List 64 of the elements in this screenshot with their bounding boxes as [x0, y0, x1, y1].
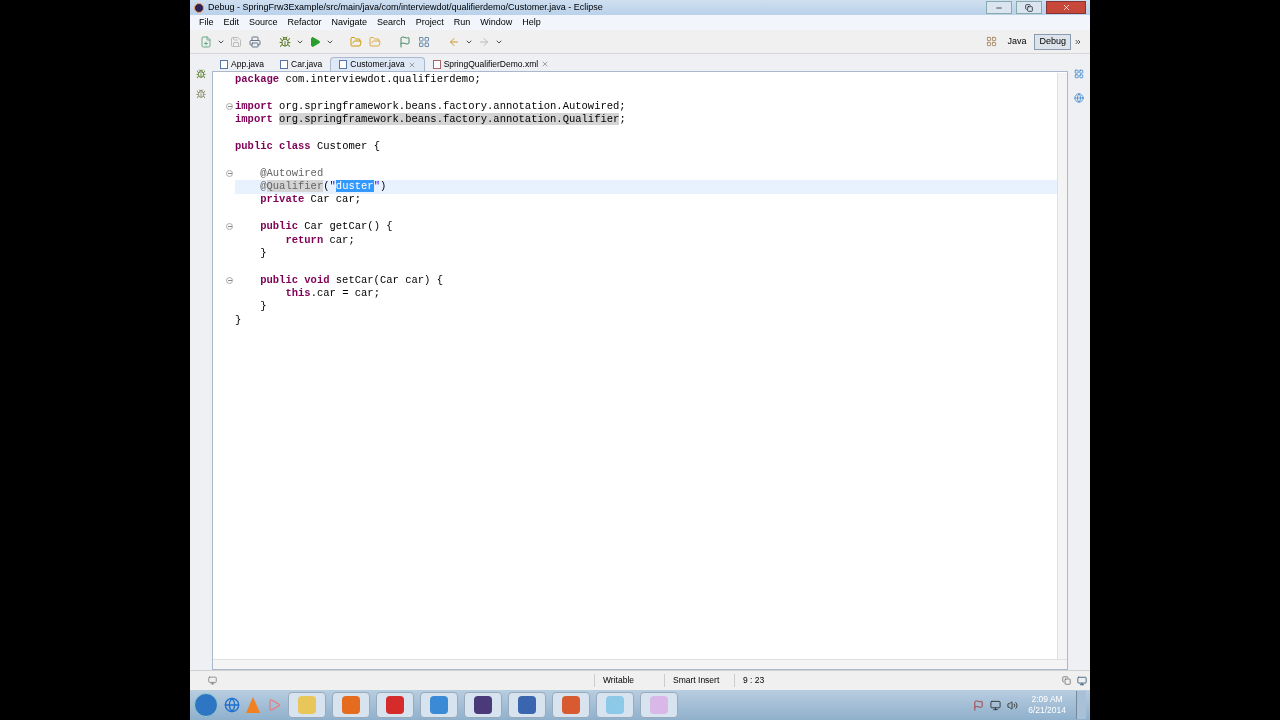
- cone-icon[interactable]: [246, 697, 260, 713]
- menu-item[interactable]: Project: [410, 15, 449, 30]
- close-tab-icon[interactable]: [407, 60, 416, 69]
- taskbar-app-icon[interactable]: [508, 692, 546, 718]
- flag-icon[interactable]: [397, 33, 413, 50]
- code-line: }: [259, 299, 267, 315]
- code-line: this.car = car;: [284, 286, 380, 302]
- code-line: private Car car;: [259, 192, 362, 208]
- file-icon: [339, 60, 348, 69]
- code-line: }: [235, 312, 242, 328]
- menu-item[interactable]: Source: [244, 15, 283, 30]
- code-line: @Qualifier("duster"): [259, 178, 387, 194]
- taskbar-app-icon[interactable]: [376, 692, 414, 718]
- status-text: Writable: [594, 674, 664, 687]
- menu-item[interactable]: File: [194, 15, 219, 30]
- menu-item[interactable]: Window: [475, 15, 518, 30]
- code-editor[interactable]: [212, 71, 1068, 670]
- menu-item[interactable]: Edit: [218, 15, 245, 30]
- window-title: Debug - SpringFrw3Example/src/main/java/com/interviewdot/qualifierdemo/Customer.java - Eclipse: [208, 0, 604, 14]
- taskbar-app-icon[interactable]: [464, 692, 502, 718]
- flag-icon: [973, 699, 985, 711]
- editor-tab[interactable]: App.java: [212, 57, 273, 71]
- show-desktop-button[interactable]: [1076, 691, 1086, 719]
- print-icon[interactable]: [247, 33, 263, 50]
- restore-button[interactable]: [1016, 1, 1042, 14]
- code-line: }: [259, 245, 267, 261]
- volume-icon: [1007, 699, 1019, 711]
- file-icon: [220, 59, 228, 69]
- menu-item[interactable]: Refactor: [282, 15, 327, 30]
- code-line: public Car getCar() {: [259, 219, 393, 235]
- start-button[interactable]: [194, 693, 218, 717]
- editor-tab[interactable]: Customer.java: [330, 57, 425, 71]
- menu-item[interactable]: Run: [448, 15, 476, 30]
- close-icon: [1061, 3, 1071, 12]
- file-icon: [280, 59, 289, 69]
- menu-item[interactable]: Help: [517, 15, 546, 30]
- eclipse-icon: [194, 2, 204, 13]
- minimize-button[interactable]: [986, 1, 1012, 14]
- code-line: public class Customer {: [235, 138, 380, 154]
- clock-time: 2:09 AM: [1031, 694, 1063, 705]
- status-text: Smart Insert: [664, 674, 734, 687]
- browser-icon[interactable]: [224, 697, 240, 713]
- menu-item[interactable]: Navigate: [326, 15, 373, 30]
- clock-date: 6/21/2014: [1028, 705, 1066, 716]
- editor-tab[interactable]: SpringQualifierDemo.xml: [424, 57, 558, 71]
- more-chevron-icon[interactable]: [1074, 37, 1082, 46]
- menu-item[interactable]: Search: [372, 15, 411, 30]
- status-text: 9 : 23: [734, 674, 804, 687]
- code-line: package com.interviewdot.qualifierdemo;: [235, 71, 481, 87]
- media-player-icon[interactable]: [266, 697, 282, 713]
- perspective-button[interactable]: Java: [1002, 33, 1032, 50]
- code-line: @Autowired: [259, 165, 324, 181]
- close-tab-icon[interactable]: [541, 60, 550, 68]
- file-icon: [432, 59, 441, 69]
- code-line: import org.springframework.beans.factory.annotation.Autowired;: [235, 98, 626, 114]
- editor-tab[interactable]: Car.java: [272, 57, 331, 71]
- code-line: public void setCar(Car car) {: [259, 272, 443, 288]
- network-icon: [990, 699, 1002, 711]
- restore-icon: [1025, 3, 1033, 12]
- horizontal-scrollbar[interactable]: [213, 659, 1067, 669]
- code-line: import org.springframework.beans.factory.annotation.Qualifier;: [235, 112, 626, 127]
- vertical-scrollbar[interactable]: [1057, 73, 1067, 659]
- perspective-button[interactable]: Debug: [1034, 33, 1071, 50]
- code-line: return car;: [284, 232, 355, 248]
